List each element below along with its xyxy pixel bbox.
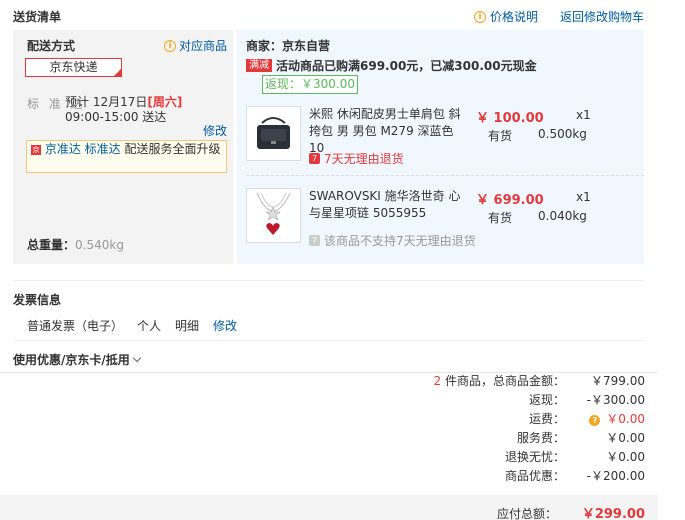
return-unsupported-icon: 7 xyxy=(309,235,320,246)
payable-label: 应付总额： xyxy=(496,507,557,520)
payable-total: 应付总额： ￥299.00 xyxy=(400,503,645,520)
page-title: 送货清单 xyxy=(13,10,62,24)
item-divider xyxy=(246,175,644,176)
goods-total-label: 件商品，总商品金额： xyxy=(444,374,565,388)
back-to-cart-link[interactable]: 返回修改购物车 xyxy=(560,8,644,25)
freight-label: 运费： xyxy=(528,412,565,426)
chevron-down-icon xyxy=(132,353,142,363)
discount-value: -￥200.00 xyxy=(586,469,645,483)
service-fee-label: 服务费： xyxy=(516,431,565,445)
invoice-detail: 明细 xyxy=(175,319,200,333)
invoice-type: 普通发票（电子） xyxy=(27,319,124,333)
match-goods-label[interactable]: 对应商品 xyxy=(179,37,227,54)
invoice-owner: 个人 xyxy=(137,319,162,333)
promo-text: 活动商品已购满699.00元，已减300.00元现金 xyxy=(276,59,537,73)
product-price: ￥ 100.00 xyxy=(476,111,544,126)
promo-line: 满减 活动商品已购满699.00元，已减300.00元现金 xyxy=(246,57,537,74)
return-worry-value: ￥0.00 xyxy=(606,450,645,464)
rebate-value: -￥300.00 xyxy=(586,393,645,407)
return-policy-text: 该商品不支持7天无理由退货 xyxy=(324,234,476,248)
coupon-title: 使用优惠/京东卡/抵用 xyxy=(13,353,130,367)
merchant-name: 商家：京东自营 xyxy=(246,39,331,53)
freight-value: ￥0.00 xyxy=(606,412,645,426)
info-icon: i xyxy=(474,10,486,23)
divider xyxy=(13,340,644,341)
summary-service-fee: 服务费： ￥0.00 xyxy=(400,428,645,447)
delivery-time: 09:00-15:00 送达 xyxy=(65,110,167,124)
total-weight-label: 总重量： xyxy=(27,238,76,252)
product-title[interactable]: SWAROVSKI 施华洛世奇 心与星星项链 5055955 xyxy=(309,188,469,222)
invoice-info: 普通发票（电子） 个人 明细 修改 xyxy=(27,317,237,334)
delivery-date: 预计 12月17日[周六] 09:00-15:00 送达 xyxy=(65,95,215,125)
info-icon: i xyxy=(164,39,176,52)
upgrade-text: 配送服务全面升级 xyxy=(124,142,221,156)
item-weight: 0.500kg xyxy=(538,127,587,141)
coupon-toggle[interactable]: 使用优惠/京东卡/抵用 xyxy=(13,351,142,368)
product-qty: x1 xyxy=(576,108,591,122)
return-7day-icon: 7 xyxy=(309,153,320,164)
modify-shipping-link[interactable]: 修改 xyxy=(203,122,227,139)
return-policy: 7 该商品不支持7天无理由退货 xyxy=(309,232,476,249)
item-weight: 0.040kg xyxy=(538,209,587,223)
match-goods-link[interactable]: i 对应商品 xyxy=(164,37,227,54)
stock-status: 有货 xyxy=(488,211,513,225)
shoulder-bag-icon xyxy=(257,117,290,149)
discount-label: 商品优惠： xyxy=(504,469,565,483)
price-help-label[interactable]: 价格说明 xyxy=(490,8,538,25)
service-fee-value: ￥0.00 xyxy=(606,431,645,445)
shipping-method-label: 配送方式 xyxy=(27,39,76,53)
summary-return-worry: 退换无忧： ￥0.00 xyxy=(400,447,645,466)
promo-tag: 满减 xyxy=(246,59,272,72)
jd-tag-icon: 京 xyxy=(31,145,41,155)
payable-value: ￥299.00 xyxy=(581,507,645,520)
price-help-link[interactable]: i 价格说明 xyxy=(474,8,538,25)
product-qty: x1 xyxy=(576,190,591,204)
rebate-label: 返现： xyxy=(528,393,565,407)
summary-freight: 运费： ? ￥0.00 xyxy=(400,409,645,428)
return-worry-label: 退换无忧： xyxy=(504,450,565,464)
summary-discount: 商品优惠： -￥200.00 xyxy=(400,466,645,485)
summary-goods-total: 2 件商品，总商品金额： ￥799.00 xyxy=(400,371,645,390)
question-icon[interactable]: ? xyxy=(589,415,601,426)
summary-rebate: 返现： -￥300.00 xyxy=(400,390,645,409)
product-image-necklace[interactable] xyxy=(246,188,301,243)
invoice-title: 发票信息 xyxy=(13,293,62,307)
delivery-date-prefix: 预计 12月17日 xyxy=(65,95,148,109)
bzd-link[interactable]: 标准达 xyxy=(85,142,121,156)
rebate-badge: 返现：￥300.00 xyxy=(262,75,358,94)
stock-status: 有货 xyxy=(488,129,513,143)
delivery-weekday: [周六] xyxy=(147,95,183,109)
total-weight: 总重量：0.540kg xyxy=(27,236,124,253)
goods-total-value: ￥799.00 xyxy=(591,374,645,388)
upgrade-notice: 京 京准达 标准达 配送服务全面升级 xyxy=(26,140,227,173)
divider xyxy=(13,280,644,281)
selected-corner-icon xyxy=(114,69,121,76)
carrier-option-selected[interactable]: 京东快递 xyxy=(25,58,122,77)
carrier-label: 京东快递 xyxy=(49,60,98,74)
total-weight-value: 0.540kg xyxy=(75,238,124,252)
jzd-link[interactable]: 京准达 xyxy=(45,142,81,156)
product-image-bag[interactable] xyxy=(246,106,301,161)
return-policy-text: 7天无理由退货 xyxy=(324,152,404,166)
return-policy: 7 7天无理由退货 xyxy=(309,150,404,167)
product-price: ￥ 699.00 xyxy=(476,193,544,208)
goods-count: 2 xyxy=(433,374,442,388)
invoice-modify-link[interactable]: 修改 xyxy=(213,317,237,334)
necklace-icon xyxy=(256,192,291,235)
